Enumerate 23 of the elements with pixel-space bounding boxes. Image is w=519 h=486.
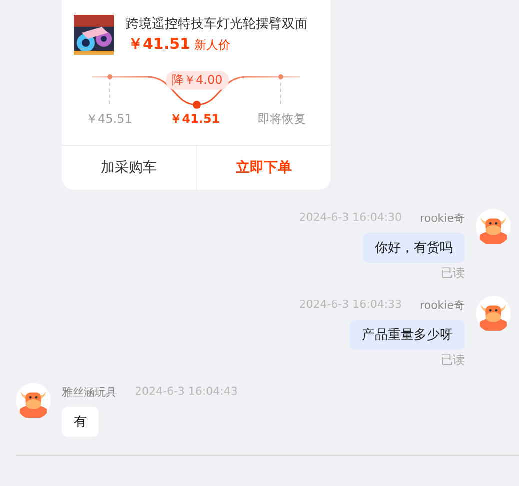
- read-status: 已读: [441, 265, 465, 282]
- message-bubble: 产品重量多少呀: [350, 320, 465, 350]
- message-time: 2024-6-3 16:04:43: [135, 385, 238, 400]
- price-point-label: ￥41.51: [170, 111, 220, 128]
- bull-avatar-icon: [476, 209, 511, 244]
- sender-name: 雅丝涵玩具: [62, 385, 117, 400]
- message-bubble: 有: [62, 407, 99, 437]
- sender-name: rookie奇: [420, 298, 465, 313]
- price-drop-badge: 降￥4.00: [166, 71, 229, 90]
- message-time: 2024-6-3 16:04:30: [299, 211, 402, 226]
- cart-button[interactable]: 加采购车: [62, 146, 196, 190]
- bull-avatar-icon: [476, 296, 511, 331]
- sender-name: rookie奇: [420, 211, 465, 226]
- product-price: ￥41.51: [128, 35, 190, 54]
- price-point-label: 即将恢复: [258, 111, 306, 128]
- message-time: 2024-6-3 16:04:33: [299, 298, 402, 313]
- price-tag: 新人价: [194, 37, 230, 54]
- bull-avatar-icon: [16, 383, 51, 418]
- message-bubble: 你好，有货吗: [363, 233, 465, 263]
- price-point-label: ￥45.51: [86, 111, 132, 128]
- product-title: 跨境遥控特技车灯光轮摆臂双面: [126, 16, 308, 33]
- order-button[interactable]: 立即下单: [196, 146, 331, 190]
- read-status: 已读: [441, 352, 465, 369]
